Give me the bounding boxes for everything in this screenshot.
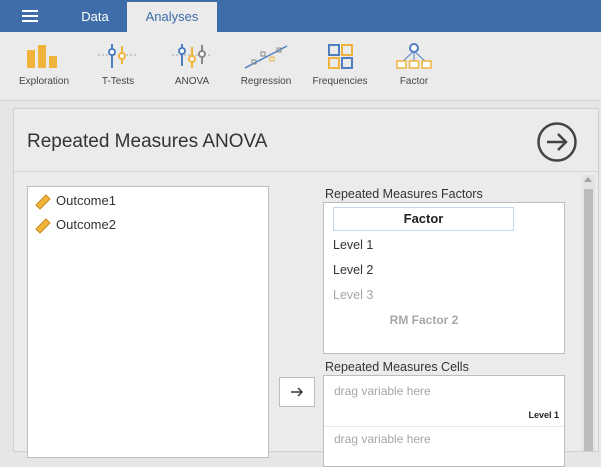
- ribbon-factor-button[interactable]: Factor: [384, 38, 444, 96]
- menu-icon[interactable]: [22, 10, 38, 22]
- tab-analyses[interactable]: Analyses: [127, 2, 217, 32]
- ribbon-label: Factor: [399, 76, 429, 87]
- ruler-icon: [35, 193, 51, 210]
- cell-divider: [324, 426, 564, 427]
- ribbon-label: Regression: [240, 76, 292, 87]
- level-item[interactable]: Level 1: [333, 238, 373, 252]
- ribbon-t-tests-button[interactable]: T-Tests: [88, 38, 148, 96]
- scroll-up-icon[interactable]: [584, 177, 592, 182]
- ribbon-exploration-button[interactable]: Exploration: [14, 38, 74, 96]
- arrow-right-icon: [291, 387, 304, 397]
- ribbon-anova-button[interactable]: ANOVA: [162, 38, 222, 96]
- anova-icon: [172, 44, 212, 68]
- variable-list[interactable]: Outcome1 Outcome2: [27, 186, 269, 458]
- list-item[interactable]: Outcome1: [35, 193, 116, 210]
- analyses-ribbon: Exploration T-Tests ANOVA Regression Fre…: [0, 32, 601, 101]
- arrow-right-circle-icon[interactable]: [536, 121, 578, 163]
- ruler-icon: [35, 217, 51, 234]
- regression-icon: [244, 45, 288, 69]
- ribbon-label: Exploration: [18, 76, 70, 87]
- ribbon-frequencies-button[interactable]: Frequencies: [310, 38, 370, 96]
- top-bar: Data Analyses: [0, 0, 601, 32]
- frequencies-icon: [328, 44, 353, 69]
- factor-icon: [396, 43, 432, 69]
- move-to-cells-button[interactable]: [279, 377, 315, 407]
- ribbon-regression-button[interactable]: Regression: [236, 38, 296, 96]
- cell-placeholder[interactable]: drag variable here: [334, 432, 431, 446]
- factor-name-input[interactable]: Factor: [333, 207, 514, 231]
- variable-name: Outcome1: [56, 193, 116, 208]
- rm-factors-label: Repeated Measures Factors: [325, 187, 483, 201]
- scrollbar[interactable]: [582, 175, 595, 451]
- cell-level-label: Level 1: [528, 410, 559, 420]
- add-factor-placeholder[interactable]: RM Factor 2: [324, 313, 524, 327]
- level-item[interactable]: Level 2: [333, 263, 373, 277]
- tab-data[interactable]: Data: [70, 2, 120, 32]
- panel-title: Repeated Measures ANOVA: [27, 131, 268, 152]
- rm-cells-box[interactable]: drag variable here Level 1 drag variable…: [323, 375, 565, 467]
- rm-factors-box: Factor Level 1 Level 2 Level 3 RM Factor…: [323, 202, 565, 354]
- add-level-placeholder[interactable]: Level 3: [333, 288, 373, 302]
- ribbon-label: ANOVA: [174, 76, 210, 87]
- header-divider: [14, 171, 598, 172]
- list-item[interactable]: Outcome2: [35, 217, 116, 234]
- ribbon-label: T-Tests: [101, 76, 135, 87]
- cell-placeholder[interactable]: drag variable here: [334, 384, 431, 398]
- exploration-icon: [27, 45, 57, 68]
- analysis-options-panel: Repeated Measures ANOVA Outcome1 Outcome…: [13, 108, 599, 467]
- t-tests-icon: [98, 44, 138, 68]
- variable-name: Outcome2: [56, 217, 116, 232]
- ribbon-label: Frequencies: [312, 76, 368, 87]
- scrollbar-thumb[interactable]: [584, 189, 593, 451]
- rm-cells-label: Repeated Measures Cells: [325, 360, 469, 374]
